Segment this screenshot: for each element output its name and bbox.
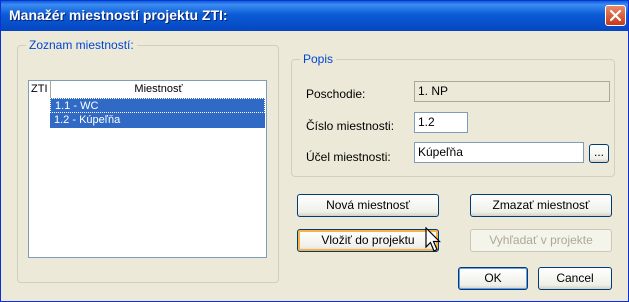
browse-button[interactable]: ... (589, 144, 609, 163)
room-number-field[interactable]: 1.2 (414, 112, 468, 133)
list-item[interactable]: 1.2 - Kúpeľňa (50, 113, 265, 128)
room-list-group: Zoznam miestností: ZTI Miestnosť 1.1 - W… (17, 38, 279, 283)
close-button[interactable] (605, 5, 626, 26)
list-item[interactable]: 1.1 - WC (50, 98, 265, 113)
floor-label: Poschodie: (306, 87, 366, 101)
cancel-button[interactable]: Cancel (538, 267, 612, 290)
description-group-label: Popis (300, 52, 337, 66)
new-room-button[interactable]: Nová miestnosť (297, 194, 439, 217)
purpose-field[interactable]: Kúpeľňa (414, 142, 584, 163)
title-bar[interactable]: Manažér miestností projektu ZTI: (1, 1, 628, 31)
list-header: ZTI Miestnosť (29, 81, 266, 98)
column-header-zti[interactable]: ZTI (29, 81, 51, 98)
search-in-project-button: Vyhľadať v projekte (470, 229, 612, 252)
room-listbox[interactable]: ZTI Miestnosť 1.1 - WC 1.2 - Kúpeľňa (28, 80, 267, 258)
pointer-cursor-icon (425, 227, 441, 252)
room-list-group-label: Zoznam miestností: (26, 38, 137, 52)
room-number-label: Číslo miestnosti: (306, 119, 395, 133)
window-title: Manažér miestností projektu ZTI: (9, 7, 228, 23)
floor-field: 1. NP (414, 81, 610, 102)
purpose-label: Účel miestnosti: (306, 150, 391, 164)
delete-room-button[interactable]: Zmazať miestnosť (470, 194, 612, 217)
room-manager-dialog: Manažér miestností projektu ZTI: Zoznam … (0, 0, 629, 302)
column-header-room[interactable]: Miestnosť (51, 81, 266, 98)
close-icon (609, 9, 622, 22)
insert-into-project-button[interactable]: Vložiť do projektu (297, 229, 439, 252)
ok-button[interactable]: OK (458, 267, 528, 290)
